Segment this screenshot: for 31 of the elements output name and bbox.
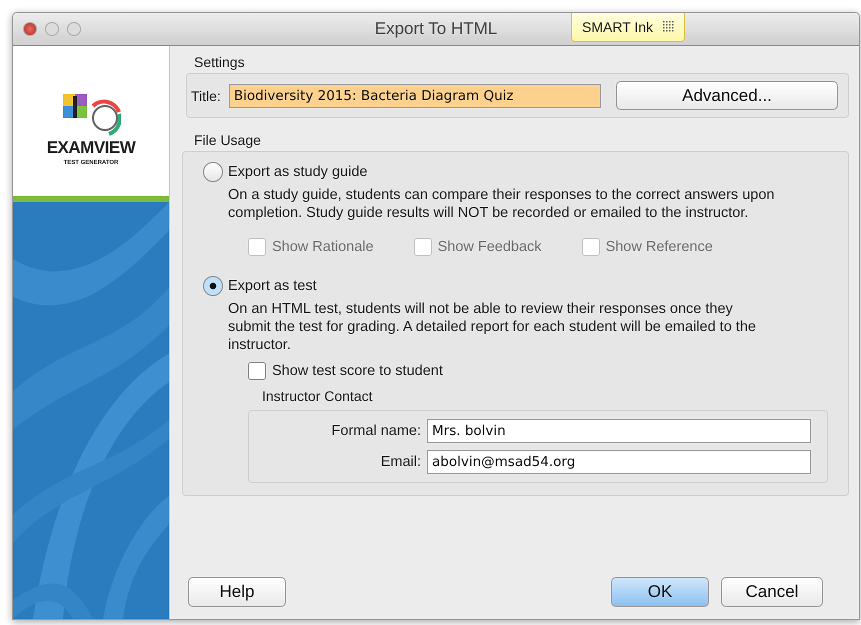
option-label: Export as test <box>228 278 317 294</box>
section-heading: File Usage <box>194 132 262 148</box>
checkbox-label: Show Reference <box>606 239 713 255</box>
zoom-button[interactable] <box>67 22 81 36</box>
option-description: On an HTML test, students will not be able to review their responses once they submit the test for grading. A detailed report for each student will be emailed to the instructor. <box>228 300 757 354</box>
field-label: Formal name: <box>330 423 421 439</box>
dialog-button[interactable]: Help <box>188 577 286 607</box>
option-description: On a study guide, students can compare their responses to the correct answers upon completion. Study guide results will NOT be recorded or emailed to the instructor. <box>228 186 776 222</box>
logo-name: EXAMVIEW <box>46 138 136 158</box>
checkbox[interactable] <box>248 362 266 380</box>
close-button[interactable] <box>23 22 37 36</box>
radio-button[interactable] <box>203 276 223 296</box>
title-field[interactable]: Biodiversity 2015: Bacteria Diagram Quiz <box>228 84 601 108</box>
window-title: Export To HTML <box>374 19 498 39</box>
smart-ink-tab[interactable]: SMART Ink <box>571 13 686 42</box>
advanced-button[interactable]: Advanced... <box>616 81 838 110</box>
subsection-heading: Instructor Contact <box>262 388 374 404</box>
section-heading: Settings <box>194 54 246 70</box>
checkbox-label: Show Rationale <box>272 239 374 255</box>
field-label: Email: <box>380 454 421 470</box>
checkbox-label: Show Feedback <box>438 239 542 255</box>
checkbox-label: Show test score to student <box>272 363 443 379</box>
radio-button[interactable] <box>203 162 223 182</box>
field-label: Title: <box>191 88 221 104</box>
dialog-button[interactable]: Cancel <box>721 577 823 607</box>
default-button[interactable]: OK <box>611 577 709 607</box>
text-field[interactable]: abolvin@msad54.org <box>427 450 811 474</box>
option-label: Export as study guide <box>228 164 368 180</box>
grid-icon <box>663 20 674 32</box>
minimize-button[interactable] <box>45 22 59 36</box>
text-field[interactable]: Mrs. bolvin <box>427 419 811 443</box>
